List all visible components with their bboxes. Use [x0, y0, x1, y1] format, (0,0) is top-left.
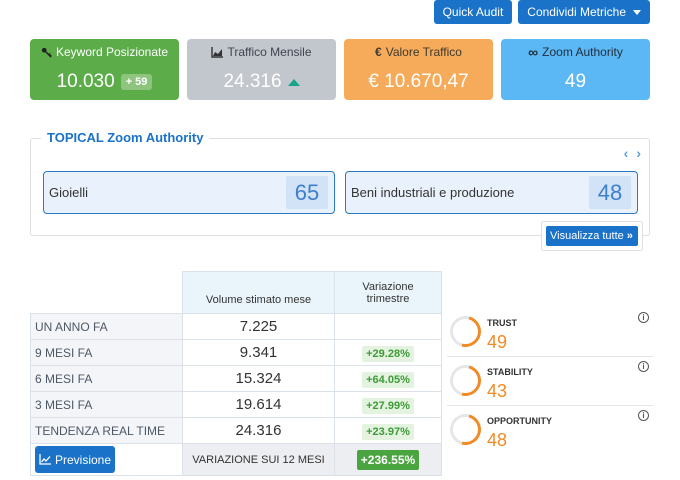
variation-badge: +23.97%	[362, 423, 414, 440]
progress-ring	[444, 310, 487, 353]
topical-category[interactable]: Beni industriali e produzione 48	[345, 171, 638, 214]
view-all-label: Visualizza tutte	[550, 230, 624, 242]
metric-label: OPPORTUNITY	[487, 416, 553, 426]
table-row: UN ANNO FA 7.225	[30, 313, 442, 340]
topical-category-score: 65	[286, 176, 328, 209]
key-icon	[41, 47, 52, 58]
table-row: TENDENZA REAL TIME 24.316 +23.97%	[30, 417, 442, 444]
row-label: 9 MESI FA	[30, 339, 183, 366]
double-chevron-right-icon: »	[626, 230, 633, 242]
card-keyword-delta: + 59	[120, 74, 153, 90]
chevron-right-icon[interactable]: ›	[636, 145, 641, 161]
metrics-panel: TRUST 49 i STABILITY 43 i OPPORTUNITY 48…	[444, 308, 653, 455]
quick-audit-label: Quick Audit	[442, 5, 504, 19]
card-keyword-title: Keyword Posizionate	[55, 45, 169, 59]
yearly-variation-badge: +236.55%	[356, 449, 420, 470]
view-all-wrapper: Visualizza tutte »	[541, 221, 643, 251]
metric-value: 49	[487, 332, 508, 352]
info-icon[interactable]: i	[638, 312, 649, 323]
row-volume: 9.341	[182, 339, 335, 366]
row-volume: 7.225	[182, 313, 335, 340]
card-keyword-value: 10.030	[56, 71, 115, 92]
card-traffic-value-eur: € Valore Traffico € 10.670,47	[344, 39, 493, 100]
euro-icon: €	[375, 45, 382, 59]
metric-trust: TRUST 49 i	[444, 308, 653, 357]
column-header-variation: Variazione trimestre	[334, 271, 442, 314]
view-all-button[interactable]: Visualizza tutte »	[546, 226, 638, 246]
card-zoom-title: Zoom Authority	[542, 45, 623, 59]
trend-up-icon	[287, 78, 300, 86]
topical-category[interactable]: Gioielli 65	[43, 171, 335, 214]
share-metrics-label: Condividi Metriche	[527, 5, 626, 19]
metric-label: TRUST	[487, 318, 517, 328]
variation-badge: +29.28%	[362, 345, 414, 362]
yearly-variation-label: VARIAZIONE SUI 12 MESI	[182, 443, 335, 476]
row-label: 6 MESI FA	[30, 365, 183, 392]
chevron-left-icon[interactable]: ‹	[624, 145, 629, 161]
card-value-title: Valore Traffico	[385, 45, 462, 59]
topical-title: TOPICAL Zoom Authority	[41, 130, 210, 145]
info-icon[interactable]: i	[638, 361, 649, 372]
card-value-amount: € 10.670,47	[368, 71, 469, 92]
variation-badge: +64.05%	[362, 371, 414, 388]
table-row: 9 MESI FA 9.341 +29.28%	[30, 339, 442, 366]
metric-opportunity: OPPORTUNITY 48 i	[444, 406, 653, 455]
top-toolbar: Quick Audit Condividi Metriche	[433, 0, 650, 26]
variation-badge: +27.99%	[362, 397, 414, 414]
metric-value: 48	[487, 430, 508, 450]
row-variation	[334, 313, 442, 340]
table-row: 3 MESI FA 19.614 +27.99%	[30, 391, 442, 418]
progress-ring	[444, 408, 487, 451]
forecast-label: Previsione	[54, 452, 112, 467]
card-traffic: Traffico Mensile 24.316	[187, 39, 336, 100]
card-zoom-authority: ∞ Zoom Authority 49	[501, 39, 650, 100]
carousel-nav: ‹ ›	[624, 145, 641, 161]
table-footer-row: Previsione VARIAZIONE SUI 12 MESI +236.5…	[30, 443, 442, 476]
card-traffic-title: Traffico Mensile	[227, 45, 312, 59]
progress-ring	[444, 359, 487, 402]
summary-cards: Keyword Posizionate 10.030 + 59 Traffico…	[30, 39, 650, 100]
card-zoom-value: 49	[564, 71, 587, 92]
topical-category-name: Beni industriali e produzione	[351, 185, 515, 200]
infinity-icon: ∞	[528, 44, 539, 60]
topical-zoom-authority-panel: TOPICAL Zoom Authority ‹ › Gioielli 65 B…	[30, 130, 650, 251]
chevron-down-icon	[633, 9, 641, 15]
forecast-button[interactable]: Previsione	[35, 446, 115, 473]
topical-category-score: 48	[589, 176, 631, 209]
share-metrics-dropdown[interactable]: Condividi Metriche	[518, 0, 650, 24]
info-icon[interactable]: i	[638, 410, 649, 421]
metric-value: 43	[487, 381, 508, 401]
metric-stability: STABILITY 43 i	[444, 357, 653, 406]
card-keyword: Keyword Posizionate 10.030 + 59	[30, 39, 179, 100]
area-chart-icon	[211, 46, 224, 58]
row-label: 3 MESI FA	[30, 391, 183, 418]
row-label: TENDENZA REAL TIME	[30, 417, 183, 444]
quick-audit-button[interactable]: Quick Audit	[433, 0, 513, 24]
history-table: Volume stimato mese Variazione trimestre…	[30, 271, 442, 476]
line-chart-icon	[39, 454, 51, 465]
topical-category-name: Gioielli	[49, 185, 89, 200]
table-row: 6 MESI FA 15.324 +64.05%	[30, 365, 442, 392]
row-volume: 19.614	[182, 391, 335, 418]
card-traffic-value: 24.316	[223, 71, 282, 92]
row-label: UN ANNO FA	[30, 313, 183, 340]
column-header-volume: Volume stimato mese	[182, 271, 335, 314]
row-volume: 24.316	[182, 417, 335, 444]
row-volume: 15.324	[182, 365, 335, 392]
metric-label: STABILITY	[487, 367, 533, 377]
